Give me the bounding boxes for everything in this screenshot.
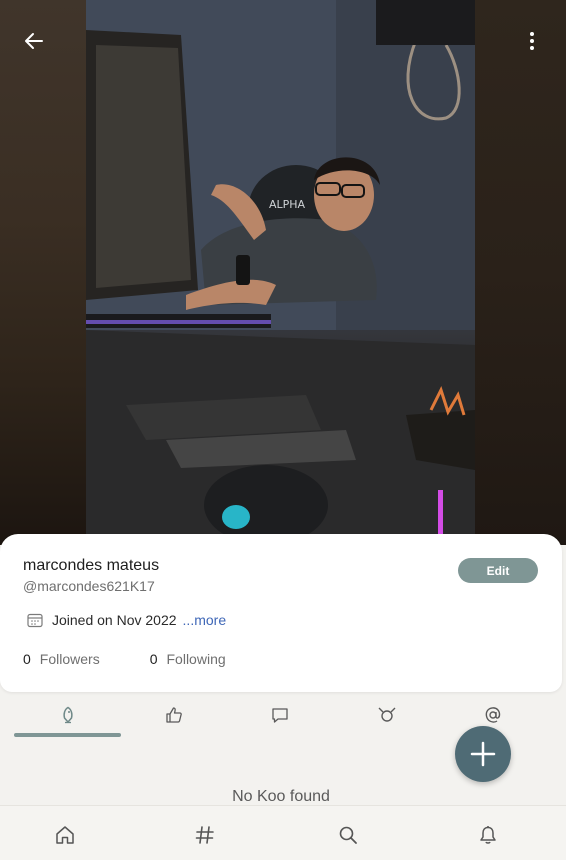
tab-rekoos[interactable] (372, 703, 402, 727)
followers-stat[interactable]: 0 Followers (23, 651, 100, 667)
tab-koos[interactable] (53, 703, 83, 727)
create-koo-button[interactable] (455, 726, 511, 782)
cover-photo: ALPHA (0, 0, 566, 545)
following-stat[interactable]: 0 Following (150, 651, 226, 667)
plus-icon (470, 741, 496, 767)
bell-icon (480, 826, 496, 844)
profile-card: marcondes mateus @marcondes621K17 Edit J… (0, 534, 562, 692)
following-count: 0 (149, 651, 158, 667)
tab-mentions[interactable] (478, 703, 508, 727)
rekoo-icon (378, 707, 396, 722)
edit-profile-button[interactable]: Edit (458, 558, 538, 583)
svg-text:ALPHA: ALPHA (269, 198, 306, 211)
followers-label: Followers (39, 651, 100, 667)
tab-comments[interactable] (265, 703, 295, 727)
following-label: Following (166, 651, 226, 667)
cover-blur-right (474, 0, 566, 545)
active-tab-indicator (14, 733, 121, 737)
profile-name: marcondes mateus (23, 557, 160, 574)
joined-info: Joined on Nov 2022 ...more (27, 612, 226, 628)
profile-cover-image: ALPHA (86, 0, 475, 545)
follow-stats: 0 Followers 0 Following (23, 651, 226, 667)
arrow-left-icon (25, 33, 43, 49)
cover-blur-left (0, 0, 86, 545)
nav-home[interactable] (53, 823, 77, 847)
koo-bird-icon (63, 706, 73, 724)
nav-search[interactable] (336, 823, 360, 847)
home-icon (56, 826, 74, 844)
followers-count: 0 (23, 651, 31, 667)
at-mention-icon (485, 707, 501, 723)
nav-hashtag[interactable] (193, 823, 217, 847)
calendar-icon (27, 613, 43, 628)
thumbs-up-icon (166, 707, 182, 723)
comment-icon (272, 708, 288, 723)
profile-handle: @marcondes621K17 (23, 578, 155, 594)
tab-likes[interactable] (159, 703, 189, 727)
joined-date: Joined on Nov 2022 (52, 612, 177, 628)
empty-state-message: No Koo found (232, 788, 330, 805)
hashtag-icon (195, 826, 214, 844)
more-options-button[interactable] (515, 24, 549, 58)
search-icon (339, 826, 357, 844)
back-button[interactable] (17, 24, 51, 58)
more-vertical-icon (530, 32, 534, 50)
bottom-navigation (0, 805, 566, 860)
nav-notifications[interactable] (476, 823, 500, 847)
more-link[interactable]: ...more (183, 612, 227, 628)
